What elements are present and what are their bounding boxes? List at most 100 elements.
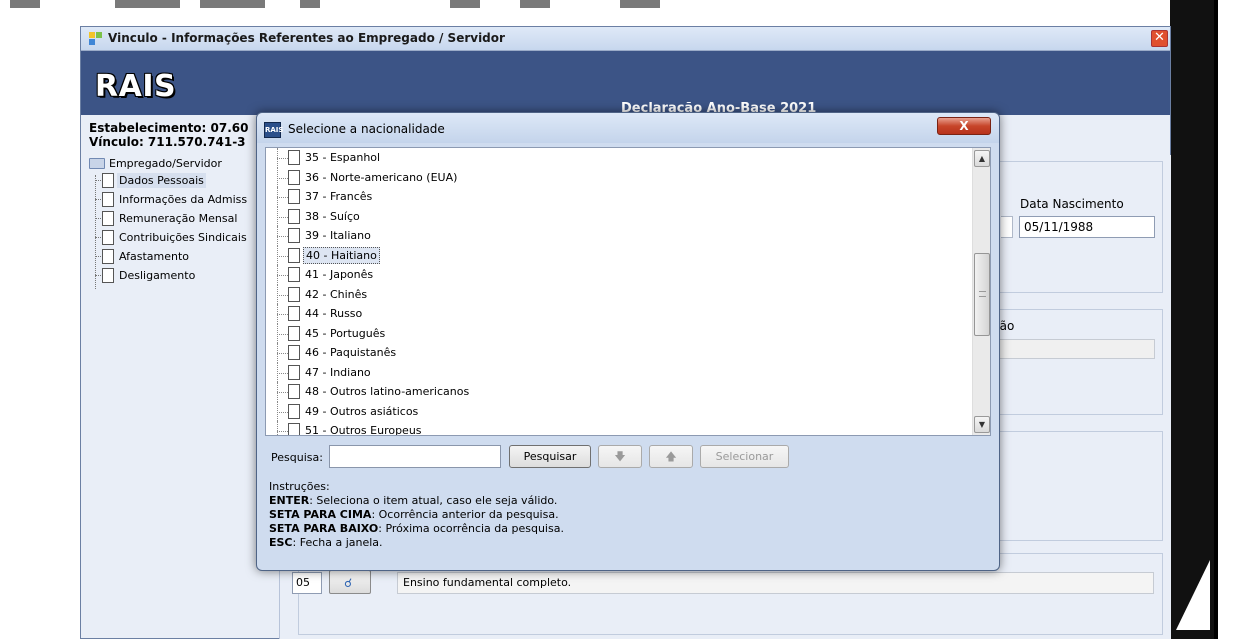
list-item-label: 51 - Outros Europeus	[305, 424, 422, 436]
nationality-list-rows: 35 - Espanhol 36 - Norte-americano (EUA) 3…	[266, 148, 971, 436]
instruction-key: SETA PARA BAIXO	[269, 522, 379, 535]
select-button[interactable]: Selecionar	[700, 445, 789, 468]
list-item[interactable]: 42 - Chinês	[266, 284, 971, 305]
establishment-info: Estabelecimento: 07.60 Vínculo: 711.570.…	[89, 121, 248, 149]
document-icon	[102, 230, 114, 245]
tree-item-label: Remuneração Mensal	[119, 212, 238, 225]
list-item[interactable]: 51 - Outros Europeus	[266, 421, 971, 436]
tree-item-desligamento[interactable]: Desligamento	[89, 266, 249, 285]
establishment-line: Estabelecimento: 07.60	[89, 121, 249, 135]
education-description: Ensino fundamental completo.	[397, 572, 1154, 594]
list-item[interactable]: 36 - Norte-americano (EUA)	[266, 167, 971, 188]
navigation-tree: Empregado/Servidor Dados Pessoais Inform…	[89, 155, 249, 289]
instructions-heading: Instruções:	[269, 480, 330, 493]
document-icon	[288, 228, 300, 244]
document-icon	[102, 192, 114, 207]
document-icon	[288, 325, 300, 341]
tree-item-afastamento[interactable]: Afastamento	[89, 247, 249, 266]
list-item[interactable]: 35 - Espanhol	[266, 148, 971, 168]
tree-root-label: Empregado/Servidor	[109, 156, 222, 170]
scroll-thumb[interactable]	[974, 253, 990, 336]
document-icon	[288, 384, 300, 400]
education-code-input[interactable]: 05	[292, 572, 322, 594]
nationality-dialog: RAIS Selecione a nacionalidade X 35 - Es…	[256, 112, 1000, 571]
search-label: Pesquisa:	[271, 451, 323, 464]
list-item[interactable]: 46 - Paquistanês	[266, 343, 971, 363]
birth-date-input[interactable]: 05/11/1988	[1019, 216, 1155, 238]
main-titlebar[interactable]: Vinculo - Informações Referentes ao Empr…	[81, 27, 1170, 51]
instruction-key: ESC	[269, 536, 293, 549]
previous-occurrence-button[interactable]: 🡅	[649, 445, 693, 468]
list-item[interactable]: 40 - Haitiano	[266, 245, 971, 266]
tree-item-remuneracao[interactable]: Remuneração Mensal	[89, 209, 249, 228]
tree-item-label: Desligamento	[119, 269, 196, 282]
document-icon	[102, 211, 114, 226]
list-item[interactable]: 45 - Português	[266, 323, 971, 344]
list-item-label: 46 - Paquistanês	[305, 346, 397, 360]
tree-item-label: Dados Pessoais	[117, 173, 206, 188]
document-icon	[288, 247, 300, 263]
list-item-label: 42 - Chinês	[305, 287, 368, 301]
scroll-down-arrow-icon[interactable]: ▼	[974, 416, 990, 433]
tree-root[interactable]: Empregado/Servidor	[89, 155, 249, 171]
dialog-titlebar[interactable]: RAIS Selecione a nacionalidade X	[257, 113, 999, 143]
hidden-field-edge	[1001, 216, 1013, 238]
list-item[interactable]: 49 - Outros asiáticos	[266, 401, 971, 422]
list-item[interactable]: 44 - Russo	[266, 304, 971, 324]
instruction-text: : Fecha a janela.	[292, 536, 383, 549]
grip-icon	[979, 291, 986, 297]
list-item[interactable]: 39 - Italiano	[266, 226, 971, 246]
document-icon	[288, 423, 300, 435]
instruction-text: : Próxima ocorrência da pesquisa.	[378, 522, 564, 535]
list-item-label: 48 - Outros latino-americanos	[305, 385, 470, 399]
header-banner: RAIS Declaração Ano-Base 2021	[81, 51, 1170, 116]
document-icon	[288, 169, 300, 185]
list-item[interactable]: 47 - Indiano	[266, 362, 971, 383]
document-icon	[288, 286, 300, 302]
background-line	[1214, 0, 1218, 639]
tree-item-label: Contribuições Sindicais	[119, 231, 247, 244]
tree-item-label: Informações da Admiss	[119, 193, 248, 206]
list-item[interactable]: 38 - Suíço	[266, 206, 971, 227]
folder-icon	[89, 157, 105, 169]
arrow-up-icon: 🡅	[665, 450, 677, 463]
magnifier-icon: ☌	[344, 576, 353, 590]
next-occurrence-button[interactable]: 🡇	[598, 445, 642, 468]
list-item-label: 41 - Japonês	[305, 268, 374, 282]
search-button[interactable]: Pesquisar	[509, 445, 591, 468]
list-scrollbar[interactable]: ▲ ▼	[972, 148, 990, 435]
main-close-button[interactable]: ✕	[1151, 30, 1168, 47]
instruction-line: SETA PARA CIMA: Ocorrência anterior da p…	[269, 508, 564, 522]
tree-item-contribuicoes[interactable]: Contribuições Sindicais	[89, 228, 249, 247]
list-item[interactable]: 48 - Outros latino-americanos	[266, 382, 971, 402]
document-icon	[288, 189, 300, 205]
background-shape	[1176, 560, 1210, 630]
document-icon	[102, 268, 114, 283]
list-item-label: 39 - Italiano	[305, 229, 371, 243]
list-item-label: 45 - Português	[305, 326, 386, 340]
list-item[interactable]: 37 - Francês	[266, 187, 971, 207]
instructions: Instruções: ENTER: Seleciona o item atua…	[269, 480, 564, 550]
document-icon	[288, 306, 300, 322]
dialog-close-button[interactable]: X	[937, 117, 991, 135]
document-icon	[102, 249, 114, 264]
vinculo-line: Vínculo: 711.570.741-3	[89, 135, 246, 149]
list-item-label: 38 - Suíço	[305, 209, 360, 223]
scroll-up-arrow-icon[interactable]: ▲	[974, 150, 990, 167]
education-search-button[interactable]: ☌	[329, 570, 371, 594]
disabled-field	[993, 339, 1155, 359]
tree-item-label: Afastamento	[119, 250, 190, 263]
list-item-label: 35 - Espanhol	[305, 151, 381, 165]
birth-date-label: Data Nascimento	[1020, 197, 1124, 211]
nationality-list[interactable]: 35 - Espanhol 36 - Norte-americano (EUA) 3…	[265, 147, 991, 436]
search-input[interactable]	[329, 445, 501, 468]
rais-app-icon: RAIS	[264, 122, 283, 138]
list-item-label: 47 - Indiano	[305, 365, 371, 379]
dialog-title: Selecione a nacionalidade	[288, 122, 445, 136]
tree-item-admissao[interactable]: Informações da Admiss	[89, 190, 249, 209]
tree-item-dados-pessoais[interactable]: Dados Pessoais	[89, 171, 249, 190]
list-item[interactable]: 41 - Japonês	[266, 265, 971, 285]
document-icon	[288, 364, 300, 380]
instruction-text: : Seleciona o item atual, caso ele seja …	[309, 494, 558, 507]
document-icon	[288, 267, 300, 283]
